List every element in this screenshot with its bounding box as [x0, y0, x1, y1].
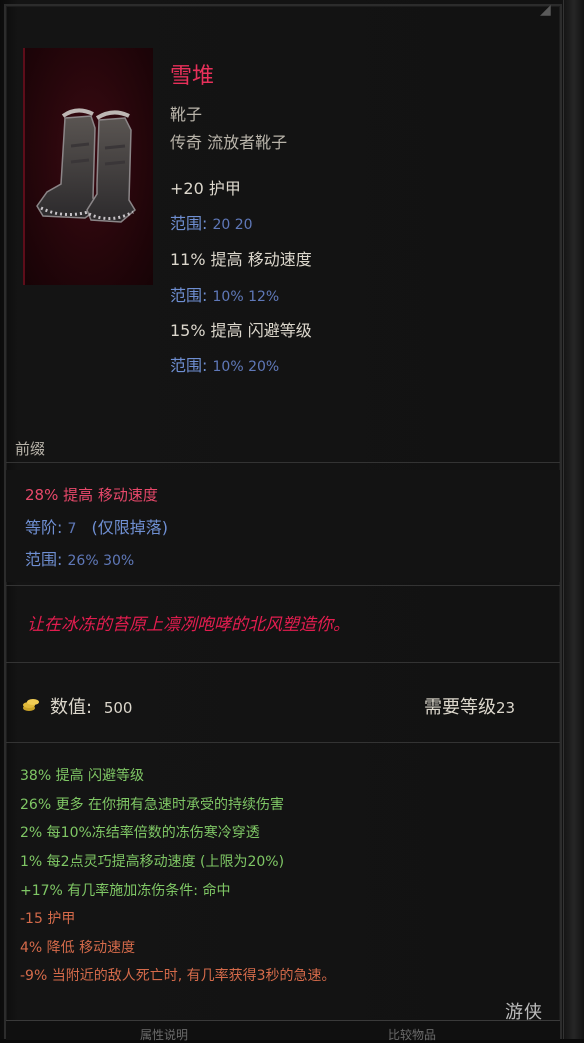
implicit-3-range: 范围: 10% 20% [170, 352, 279, 376]
section-divider [6, 662, 560, 663]
prefix-affix: 28% 提高 移动速度 [25, 486, 158, 504]
flavor-text: 让在冰冻的苔原上凛冽咆哮的北风塑造你。 [27, 615, 350, 635]
implicit-2-range: 范围: 10% 12% [170, 282, 279, 306]
tier-label: 等阶: [25, 518, 63, 537]
boots-image [36, 108, 136, 223]
range-values: 10% 12% [212, 289, 280, 305]
mod-positive: 26% 更多 在你拥有急速时承受的持续伤害 [20, 797, 285, 813]
implicit-1: +20 护甲 [170, 179, 241, 198]
mod-positive: 38% 提高 闪避等级 [20, 768, 145, 784]
item-name: 雪堆 [170, 64, 215, 89]
mod-positive: 1% 每2点灵巧提高移动速度 (上限为20%) [20, 854, 285, 870]
range-label: 范围: [170, 356, 208, 375]
value-label: 数值: [50, 697, 93, 718]
watermark-logo: 游侠 [505, 1002, 543, 1023]
attribute-info-button[interactable]: 属性说明 [140, 1026, 188, 1043]
prefix-header: 前缀 [15, 440, 46, 458]
prefix-range: 范围: 26% 30% [25, 546, 134, 570]
mod-negative: -15 护甲 [20, 911, 76, 927]
level-requirement: 需要等级23 [424, 693, 515, 719]
value-amount: 500 [103, 699, 133, 717]
item-slot: 靴子 [170, 105, 203, 124]
item-portrait [23, 48, 153, 285]
range-values: 26% 30% [67, 553, 135, 569]
compare-item-button[interactable]: 比较物品 [388, 1026, 436, 1043]
range-values: 20 20 [212, 217, 253, 233]
implicit-2: 11% 提高 移动速度 [170, 250, 312, 269]
mod-positive: +17% 有几率施加冻伤条件: 命中 [20, 883, 231, 899]
implicit-3: 15% 提高 闪避等级 [170, 321, 312, 340]
footer-bar [6, 1020, 560, 1040]
corner-ornament-icon: ◢ [540, 2, 551, 18]
range-values: 10% 20% [212, 359, 280, 375]
range-label: 范围: [170, 214, 208, 233]
level-label: 需要等级 [424, 697, 496, 718]
implicit-1-range: 范围: 20 20 [170, 210, 253, 234]
scrollbar-strip[interactable] [563, 0, 584, 1039]
level-value: 23 [496, 699, 516, 717]
tier-value: 7 [67, 521, 77, 537]
coin-stack-icon [23, 699, 39, 711]
range-label: 范围: [170, 286, 208, 305]
item-value: 数值: 500 [50, 693, 132, 719]
mod-negative: 4% 降低 移动速度 [20, 940, 136, 956]
mod-negative: -9% 当附近的敌人死亡时, 有几率获得3秒的急速。 [20, 968, 336, 984]
section-divider [6, 462, 560, 463]
mod-positive: 2% 每10%冻结率倍数的冻伤寒冷穿透 [20, 825, 260, 841]
tier-note: (仅限掉落) [91, 518, 169, 537]
section-divider [6, 742, 560, 743]
item-rarity-base: 传奇 流放者靴子 [170, 133, 288, 152]
range-label: 范围: [25, 550, 63, 569]
section-divider [6, 585, 560, 586]
prefix-tier: 等阶: 7 (仅限掉落) [25, 514, 168, 538]
